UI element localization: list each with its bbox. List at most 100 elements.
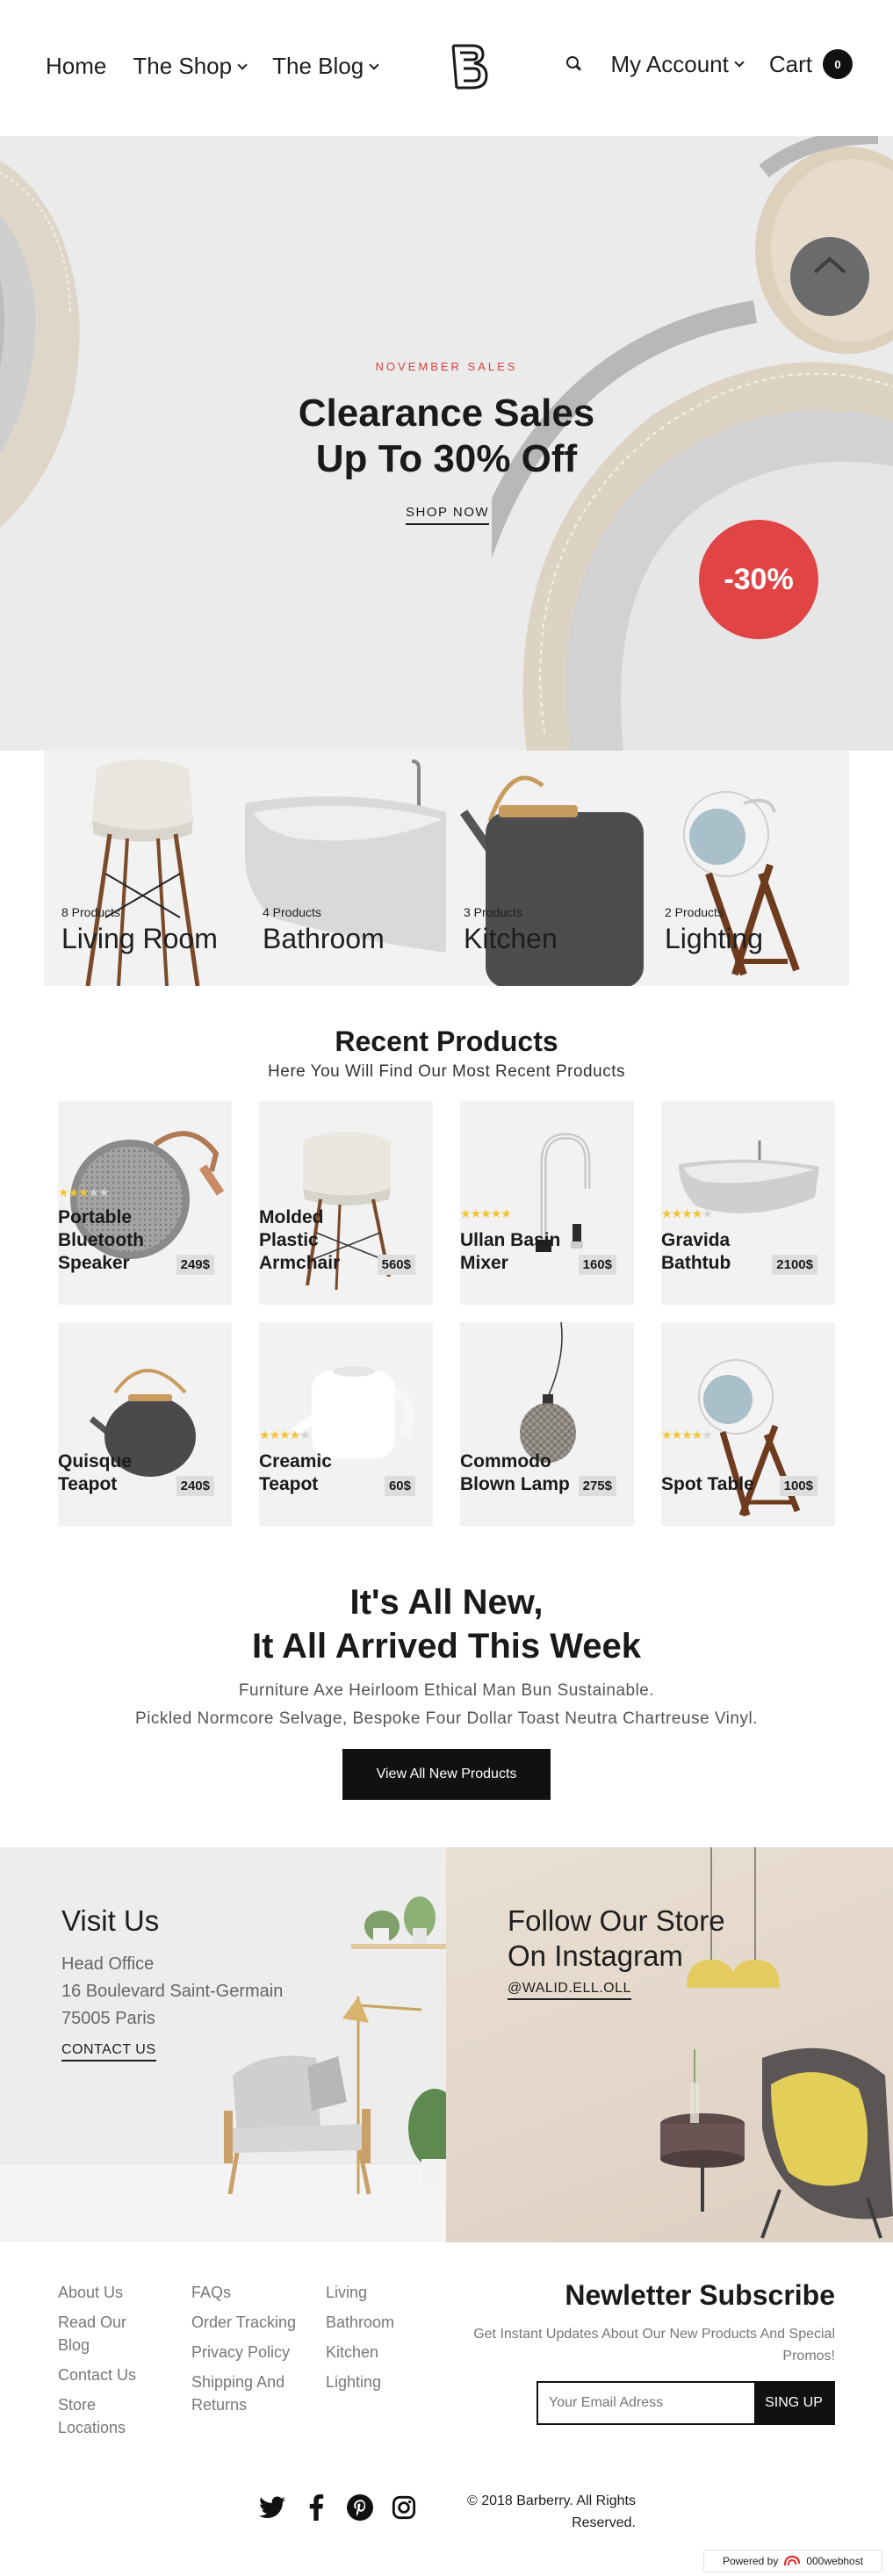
footer-link-privacy[interactable]: Privacy Policy: [191, 2341, 314, 2364]
footer-links-help: FAQs Order Tracking Privacy Policy Shipp…: [191, 2281, 314, 2416]
category-count: 2 Products: [665, 905, 724, 919]
powered-by-badge[interactable]: Powered by 000webhost: [703, 2550, 882, 2572]
facebook-icon[interactable]: [302, 2493, 330, 2522]
cart-count-badge: 0: [823, 49, 853, 79]
footer-link-kitchen[interactable]: Kitchen: [326, 2341, 431, 2364]
footer-link-contact[interactable]: Contact Us: [58, 2364, 155, 2386]
instagram-icon[interactable]: [390, 2493, 418, 2522]
nav-blog[interactable]: The Blog: [272, 53, 379, 80]
chevron-down-icon: [734, 57, 745, 68]
address-block: Head Office 16 Boulevard Saint-Germain 7…: [61, 1951, 283, 2033]
instagram-handle-link[interactable]: @WALID.ELL.OLL: [508, 1981, 631, 2000]
search-icon[interactable]: [565, 54, 584, 74]
product-card[interactable]: ★★★★★ Portable Bluetooth Speaker 249$: [58, 1101, 232, 1305]
footer-link-blog[interactable]: Read Our Blog: [58, 2311, 155, 2357]
product-card[interactable]: ★★★★★ Creamic Teapot 60$: [259, 1322, 433, 1526]
visit-us-title: Visit Us: [61, 1904, 160, 1937]
nav-blog-label: The Blog: [272, 53, 364, 79]
category-count: 8 Products: [61, 905, 120, 919]
category-name: Kitchen: [464, 923, 558, 954]
instagram-title-line2: On Instagram: [508, 1939, 683, 1972]
product-grid: ★★★★★ Portable Bluetooth Speaker 249$ Mo…: [58, 1101, 836, 1526]
chevron-down-icon: [369, 59, 379, 70]
star-icon: ★: [259, 1428, 270, 1442]
product-card[interactable]: Quisque Teapot 240$: [58, 1322, 232, 1526]
instagram-title-line1: Follow Our Store: [508, 1904, 725, 1937]
category-strip: 8 Products Living Room 4 Products Bathro…: [44, 751, 849, 986]
star-icon: ★: [671, 1206, 683, 1220]
category-card-kitchen[interactable]: 3 Products Kitchen: [446, 751, 647, 986]
star-icon: ★: [490, 1206, 502, 1220]
main-nav: Home The Shop The Blog: [46, 53, 379, 80]
product-card[interactable]: ★★★★★ Spot Table 100$: [661, 1322, 835, 1526]
category-name: Living Room: [61, 923, 218, 954]
star-icon: ★: [501, 1206, 512, 1220]
category-card-living-room[interactable]: 8 Products Living Room: [44, 751, 245, 986]
view-all-products-button[interactable]: View All New Products: [342, 1749, 551, 1800]
visit-us-panel: Visit Us Head Office 16 Boulevard Saint-…: [0, 1847, 446, 2242]
footer-link-living[interactable]: Living: [326, 2281, 431, 2304]
email-field[interactable]: [538, 2383, 754, 2423]
discount-badge: -30%: [699, 520, 818, 639]
product-price: 240$: [176, 1476, 214, 1496]
cart-label: Cart: [768, 50, 812, 77]
star-icon: ★: [480, 1206, 492, 1220]
brand-logo[interactable]: [448, 42, 490, 91]
footer-link-about[interactable]: About Us: [58, 2281, 155, 2304]
star-icon: ★: [299, 1428, 311, 1442]
newsletter-form: SING UP: [537, 2381, 835, 2425]
nav-home[interactable]: Home: [46, 53, 106, 80]
product-price: 100$: [779, 1476, 817, 1496]
product-name: Quisque Teapot: [58, 1451, 133, 1494]
new-arrivals-title-line2: It All Arrived This Week: [251, 1627, 642, 1666]
new-arrivals-title-line1: It's All New,: [349, 1583, 544, 1622]
product-card[interactable]: Molded Plastic Armchair 560$: [259, 1101, 433, 1305]
category-card-bathroom[interactable]: 4 Products Bathroom: [245, 751, 446, 986]
star-icon: ★: [702, 1206, 713, 1220]
hero-title-line2: Up To 30% Off: [315, 437, 578, 480]
star-icon: ★: [691, 1206, 703, 1220]
powered-by-brand: 000webhost: [806, 2555, 864, 2567]
star-icon: ★: [702, 1428, 713, 1442]
star-icon: ★: [289, 1428, 301, 1442]
address-line1: Head Office: [61, 1954, 155, 1974]
twitter-icon[interactable]: [258, 2493, 286, 2522]
rating-stars: ★★★★★: [58, 1185, 110, 1200]
star-icon: ★: [88, 1185, 100, 1199]
category-name: Lighting: [665, 923, 764, 954]
rating-stars: ★★★★★: [259, 1428, 311, 1443]
footer-link-stores[interactable]: Store Locations: [58, 2393, 155, 2439]
shop-now-link[interactable]: SHOP NOW: [406, 505, 490, 525]
new-arrivals-text-line1: Furniture Axe Heirloom Ethical Man Bun S…: [238, 1681, 655, 1700]
product-card[interactable]: ★★★★★ Ullan Basin Mixer 160$: [460, 1101, 634, 1305]
rating-stars: ★★★★★: [661, 1428, 713, 1443]
star-icon: ★: [78, 1185, 90, 1199]
copyright-text: © 2018 Barberry. All Rights Reserved.: [466, 2493, 636, 2530]
category-card-lighting[interactable]: 2 Products Lighting: [647, 751, 848, 986]
footer-link-tracking[interactable]: Order Tracking: [191, 2311, 314, 2334]
product-card[interactable]: ★★★★★ Gravida Bathtub 2100$: [661, 1101, 835, 1305]
account-label: My Account: [610, 50, 729, 77]
product-name: Gravida Bathtub: [661, 1230, 731, 1273]
star-icon: ★: [68, 1185, 80, 1199]
star-icon: ★: [98, 1185, 110, 1199]
product-card[interactable]: Commodo Blown Lamp 275$: [460, 1322, 634, 1526]
cart-button[interactable]: Cart 0: [769, 49, 853, 79]
account-menu[interactable]: My Account: [610, 50, 745, 78]
recent-products-subtitle: Here You Will Find Our Most Recent Produ…: [268, 1062, 625, 1081]
category-count: 4 Products: [263, 905, 321, 919]
footer-link-shipping[interactable]: Shipping And Returns: [191, 2371, 314, 2416]
headphone-cushion-image: [0, 160, 80, 529]
recent-products-title: Recent Products: [335, 1025, 558, 1057]
nav-shop[interactable]: The Shop: [133, 53, 248, 80]
footer-link-faqs[interactable]: FAQs: [191, 2281, 314, 2304]
pinterest-icon[interactable]: [346, 2493, 374, 2522]
host-logo-icon: [784, 2555, 801, 2566]
contact-us-link[interactable]: CONTACT US: [61, 2042, 156, 2062]
star-icon: ★: [279, 1428, 291, 1442]
social-links: [258, 2493, 418, 2522]
signup-button[interactable]: SING UP: [754, 2383, 833, 2423]
footer-links-categories: Living Bathroom Kitchen Lighting: [326, 2281, 431, 2393]
footer-link-bathroom[interactable]: Bathroom: [326, 2311, 431, 2334]
footer-link-lighting[interactable]: Lighting: [326, 2371, 431, 2393]
